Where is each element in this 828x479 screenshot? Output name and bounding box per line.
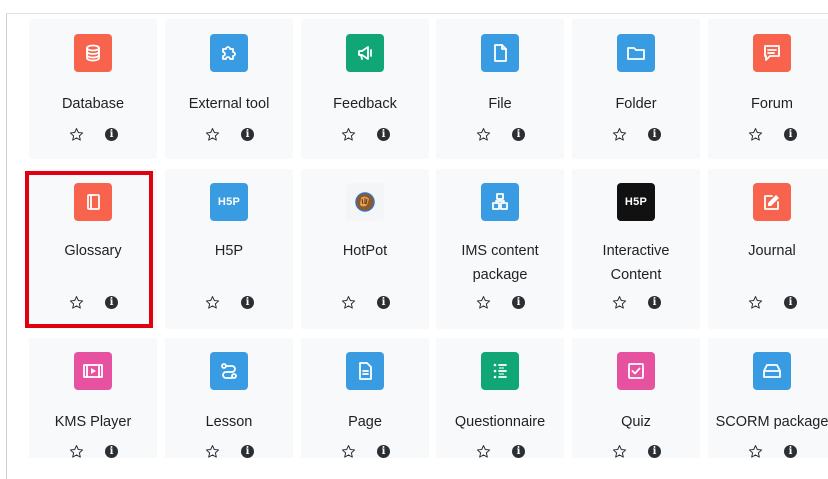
forum-icon[interactable]: [753, 34, 791, 72]
activity-label[interactable]: Interactive: [572, 240, 700, 262]
video-icon[interactable]: [74, 352, 112, 390]
activity-label[interactable]: SCORM package: [708, 411, 828, 433]
file-icon[interactable]: [481, 34, 519, 72]
activity-tile-forum[interactable]: Forum i: [708, 19, 828, 159]
star-icon[interactable]: [69, 444, 84, 459]
info-icon[interactable]: i: [512, 296, 525, 309]
star-icon[interactable]: [341, 444, 356, 459]
h5p-badge-text: H5P: [624, 196, 648, 208]
activity-tile-questionnaire[interactable]: Questionnaire i: [436, 338, 564, 458]
activity-tile-file[interactable]: File i: [436, 19, 564, 159]
star-icon[interactable]: [341, 127, 356, 142]
folder-icon[interactable]: [617, 34, 655, 72]
star-icon[interactable]: [476, 127, 491, 142]
star-icon[interactable]: [476, 295, 491, 310]
activity-tile-folder[interactable]: Folder i: [572, 19, 700, 159]
h5p-badge-text: H5P: [217, 196, 241, 208]
info-icon[interactable]: i: [105, 445, 118, 458]
activity-label[interactable]: Quiz: [572, 411, 700, 433]
info-icon[interactable]: i: [105, 128, 118, 141]
activity-chooser: Database i External tool i Feedback i File i Fol…: [0, 0, 828, 479]
star-icon[interactable]: [748, 127, 763, 142]
info-icon[interactable]: i: [241, 445, 254, 458]
star-icon[interactable]: [205, 444, 220, 459]
hotpot-icon[interactable]: [346, 183, 384, 221]
info-icon[interactable]: i: [648, 296, 661, 309]
activity-label[interactable]: Feedback: [301, 93, 429, 115]
activity-tile-page[interactable]: Page i: [301, 338, 429, 458]
info-icon[interactable]: i: [241, 296, 254, 309]
activity-label[interactable]: Database: [29, 93, 157, 115]
activity-label[interactable]: Journal: [708, 240, 828, 262]
puzzle-icon[interactable]: [210, 34, 248, 72]
info-icon[interactable]: i: [648, 128, 661, 141]
info-icon[interactable]: i: [241, 128, 254, 141]
star-icon[interactable]: [476, 444, 491, 459]
info-icon[interactable]: i: [784, 445, 797, 458]
activity-tile-journal[interactable]: Journal i: [708, 169, 828, 329]
checklist-icon[interactable]: [481, 352, 519, 390]
star-icon[interactable]: [69, 127, 84, 142]
h5p-icon[interactable]: H5P: [210, 183, 248, 221]
info-icon[interactable]: i: [512, 128, 525, 141]
activity-label[interactable]: KMS Player: [29, 411, 157, 433]
activity-label[interactable]: Questionnaire: [436, 411, 564, 433]
star-icon[interactable]: [748, 295, 763, 310]
activity-label[interactable]: package: [436, 264, 564, 286]
activity-tile-h5p[interactable]: H5P H5P i: [165, 169, 293, 329]
info-icon[interactable]: i: [648, 445, 661, 458]
star-icon[interactable]: [612, 295, 627, 310]
glossary-highlight-box: [25, 171, 153, 328]
info-icon[interactable]: i: [784, 296, 797, 309]
activity-tile-quiz[interactable]: Quiz i: [572, 338, 700, 458]
top-divider: [6, 13, 828, 14]
activity-label[interactable]: Lesson: [165, 411, 293, 433]
h5p-dark-icon[interactable]: H5P: [617, 183, 655, 221]
activity-label[interactable]: File: [436, 93, 564, 115]
activity-tile-database[interactable]: Database i: [29, 19, 157, 159]
star-icon[interactable]: [341, 295, 356, 310]
database-icon[interactable]: [74, 34, 112, 72]
activity-label[interactable]: IMS content: [436, 240, 564, 262]
activity-label[interactable]: Forum: [708, 93, 828, 115]
info-icon[interactable]: i: [512, 445, 525, 458]
activity-tile-hotpot[interactable]: HotPot i: [301, 169, 429, 329]
page-icon[interactable]: [346, 352, 384, 390]
activity-tile-lesson[interactable]: Lesson i: [165, 338, 293, 458]
package-icon[interactable]: [481, 183, 519, 221]
activity-tile-scorm-package[interactable]: SCORM package i: [708, 338, 828, 458]
activity-tile-feedback[interactable]: Feedback i: [301, 19, 429, 159]
activity-tile-ims-content-package[interactable]: IMS content package i: [436, 169, 564, 329]
info-icon[interactable]: i: [377, 296, 390, 309]
activity-label[interactable]: External tool: [165, 93, 293, 115]
activity-label[interactable]: Content: [572, 264, 700, 286]
activity-label[interactable]: HotPot: [301, 240, 429, 262]
quiz-check-icon[interactable]: [617, 352, 655, 390]
activity-label[interactable]: Folder: [572, 93, 700, 115]
star-icon[interactable]: [612, 444, 627, 459]
activity-tile-external-tool[interactable]: External tool i: [165, 19, 293, 159]
star-icon[interactable]: [748, 444, 763, 459]
star-icon[interactable]: [205, 295, 220, 310]
info-icon[interactable]: i: [377, 128, 390, 141]
activity-label[interactable]: H5P: [165, 240, 293, 262]
info-icon[interactable]: i: [377, 445, 390, 458]
megaphone-icon[interactable]: [346, 34, 384, 72]
pencil-square-icon[interactable]: [753, 183, 791, 221]
activity-tile-interactive-content[interactable]: H5P Interactive Content i: [572, 169, 700, 329]
lesson-path-icon[interactable]: [210, 352, 248, 390]
left-divider: [6, 13, 7, 479]
activity-tile-kms-player[interactable]: KMS Player i: [29, 338, 157, 458]
activity-label[interactable]: Page: [301, 411, 429, 433]
info-icon[interactable]: i: [784, 128, 797, 141]
scorm-box-icon[interactable]: [753, 352, 791, 390]
star-icon[interactable]: [205, 127, 220, 142]
star-icon[interactable]: [612, 127, 627, 142]
